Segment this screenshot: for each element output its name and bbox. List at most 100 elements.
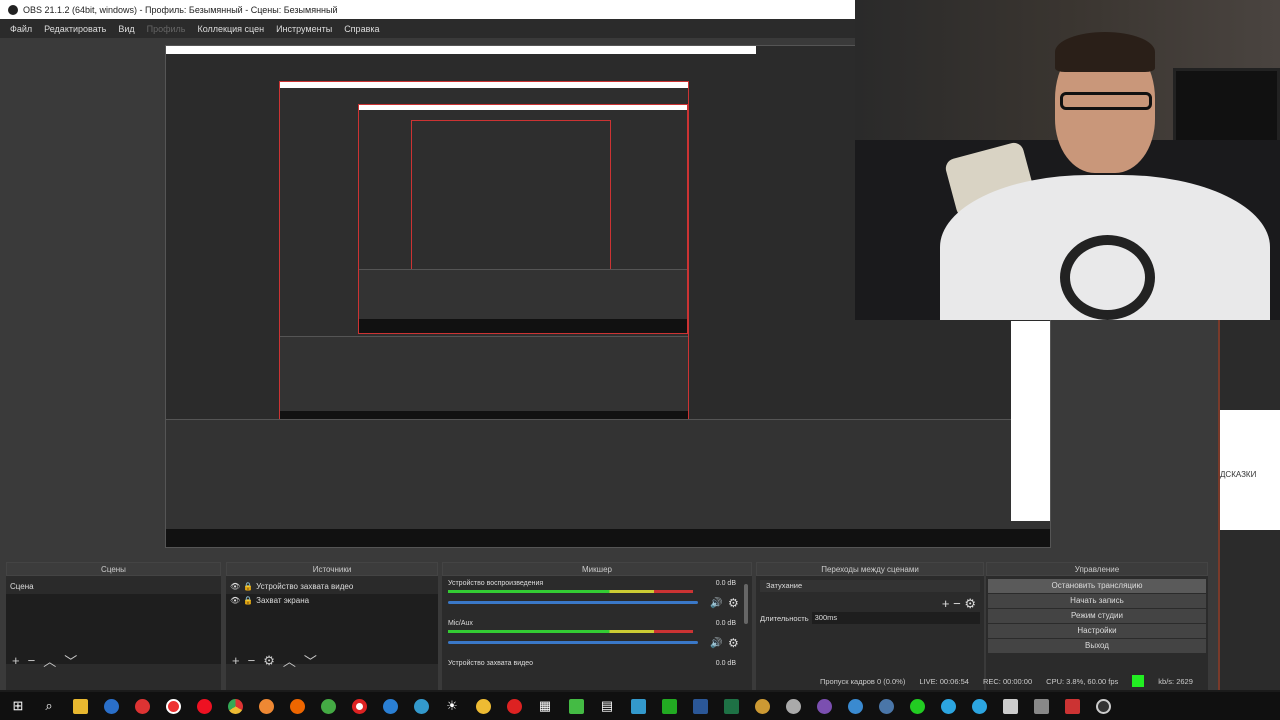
settings-button[interactable]: Настройки [988, 624, 1206, 638]
app-icon[interactable] [628, 696, 648, 716]
menu-file[interactable]: Файл [10, 24, 32, 34]
remove-transition-button[interactable]: − [953, 596, 961, 611]
duration-input[interactable]: 300ms [811, 612, 980, 624]
vivaldi-icon[interactable] [132, 696, 152, 716]
menu-edit[interactable]: Редактировать [44, 24, 106, 34]
remove-source-button[interactable]: − [248, 653, 256, 668]
calendar-icon[interactable]: ▦ [535, 696, 555, 716]
gear-icon[interactable]: ⚙ [728, 596, 739, 610]
calculator-icon[interactable]: ▤ [597, 696, 617, 716]
edge-icon[interactable] [380, 696, 400, 716]
word-icon[interactable] [690, 696, 710, 716]
volume-slider[interactable] [448, 601, 698, 604]
telegram-icon[interactable] [938, 696, 958, 716]
app-icon[interactable] [504, 696, 524, 716]
search-icon[interactable]: ⌕ [39, 696, 59, 716]
mixer-dock: Микшер Устройство воспроизведения 0.0 dB… [442, 562, 752, 690]
app-icon[interactable] [783, 696, 803, 716]
remove-scene-button[interactable]: − [28, 653, 36, 668]
channel-db: 0.0 dB [715, 580, 736, 587]
duration-label: Длительность [760, 613, 809, 623]
transition-select[interactable]: Затухание [760, 580, 980, 592]
start-recording-button[interactable]: Начать запись [988, 594, 1206, 608]
eye-icon[interactable]: 👁 [230, 580, 240, 594]
nested-preview-1 [166, 46, 756, 436]
menu-tools[interactable]: Инструменты [276, 24, 332, 34]
whatsapp-icon[interactable] [907, 696, 927, 716]
background-window: ДСКАЗКИ [1220, 320, 1280, 690]
background-window-text: ДСКАЗКИ [1220, 470, 1257, 479]
ie-icon[interactable] [411, 696, 431, 716]
excel-icon[interactable] [721, 696, 741, 716]
add-transition-button[interactable]: + [942, 596, 950, 611]
app-icon[interactable] [318, 696, 338, 716]
source-item[interactable]: 👁 🔒 Устройство захвата видео [226, 580, 438, 594]
start-windows-icon[interactable]: ⊞ [8, 696, 28, 716]
obs-logo-icon [8, 4, 18, 15]
opera-icon[interactable] [194, 696, 214, 716]
channel-name: Устройство захвата видео [448, 660, 534, 667]
gear-icon[interactable]: ⚙ [728, 636, 739, 650]
move-down-icon[interactable]: ﹀ [304, 651, 317, 670]
channel-db: 0.0 dB [715, 660, 736, 667]
webcam-source [855, 0, 1280, 320]
yandex-icon[interactable] [163, 696, 183, 716]
lock-icon[interactable]: 🔒 [243, 594, 253, 608]
mixer-title: Микшер [442, 562, 752, 576]
lock-icon[interactable]: 🔒 [243, 580, 253, 594]
live-time: LIVE: 00:06:54 [919, 676, 969, 686]
menu-view[interactable]: Вид [118, 24, 134, 34]
viber-icon[interactable] [814, 696, 834, 716]
rec-time: REC: 00:00:00 [982, 676, 1033, 686]
move-up-icon[interactable]: ︿ [283, 651, 296, 670]
app-icon[interactable] [349, 696, 369, 716]
speaker-icon[interactable]: 🔊 [710, 638, 722, 649]
mixer-scrollbar[interactable] [744, 584, 748, 624]
add-source-button[interactable]: + [232, 653, 240, 668]
studio-mode-button[interactable]: Режим студии [988, 609, 1206, 623]
sources-dock: Источники 👁 🔒 Устройство захвата видео 👁 🔒 З… [226, 562, 438, 690]
file-explorer-icon[interactable] [70, 696, 90, 716]
shirt-logo [1060, 235, 1155, 320]
add-scene-button[interactable]: + [12, 653, 20, 668]
app-icon[interactable] [566, 696, 586, 716]
app-icon[interactable] [1062, 696, 1082, 716]
app-icon[interactable] [101, 696, 121, 716]
scene-item[interactable]: Сцена [6, 580, 221, 594]
firefox-icon[interactable] [287, 696, 307, 716]
app-icon[interactable] [1031, 696, 1051, 716]
nested-preview-3 [358, 104, 688, 334]
transitions-title: Переходы между сценами [756, 562, 984, 576]
gear-icon[interactable]: ⚙ [964, 596, 976, 611]
move-down-icon[interactable]: ﹀ [64, 651, 77, 670]
app-icon[interactable] [659, 696, 679, 716]
app-icon[interactable] [1000, 696, 1020, 716]
app-icon[interactable] [752, 696, 772, 716]
controls-title: Управление [986, 562, 1208, 576]
window-title: OBS 21.1.2 (64bit, windows) - Профиль: Б… [23, 4, 338, 15]
source-settings-gear-icon[interactable]: ⚙ [263, 653, 275, 669]
transition-selected: Затухание [766, 581, 803, 590]
app-icon[interactable] [473, 696, 493, 716]
eye-icon[interactable]: 👁 [230, 594, 240, 608]
dropped-frames: Пропуск кадров 0 (0.0%) [820, 676, 906, 686]
app-icon[interactable] [845, 696, 865, 716]
speaker-icon[interactable]: 🔊 [710, 598, 722, 609]
source-item[interactable]: 👁 🔒 Захват экрана [226, 594, 438, 608]
app-icon[interactable] [256, 696, 276, 716]
title-bar: OBS 21.1.2 (64bit, windows) - Профиль: Б… [0, 0, 855, 19]
volume-slider[interactable] [448, 641, 698, 644]
vk-icon[interactable] [876, 696, 896, 716]
menu-scene-collection[interactable]: Коллекция сцен [197, 24, 264, 34]
transition-tools: + − ⚙ [756, 596, 984, 612]
telegram-icon[interactable] [969, 696, 989, 716]
exit-button[interactable]: Выход [988, 639, 1206, 653]
brightness-icon[interactable]: ☀ [442, 696, 462, 716]
menu-profile[interactable]: Профиль [147, 24, 186, 34]
menu-help[interactable]: Справка [344, 24, 379, 34]
obs-icon[interactable] [1093, 696, 1113, 716]
chrome-icon[interactable] [225, 696, 245, 716]
stop-streaming-button[interactable]: Остановить трансляцию [988, 579, 1206, 593]
move-up-icon[interactable]: ︿ [43, 651, 56, 670]
mixer-channel: Устройство воспроизведения 0.0 dB 🔊 ⚙ [448, 580, 744, 610]
